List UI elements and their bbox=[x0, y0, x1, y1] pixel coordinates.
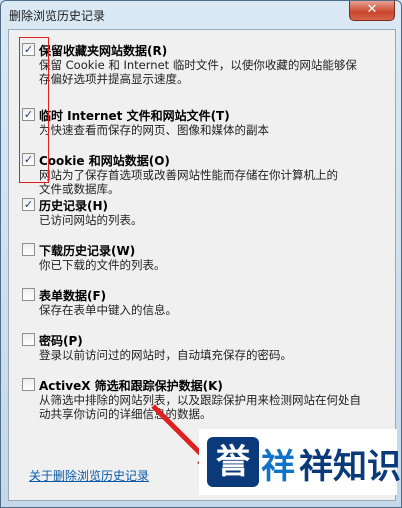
option-activex: ActiveX 筛选和跟踪保护数据(K) 从筛选中排除的网站列表，以及跟踪保护用… bbox=[22, 377, 387, 421]
checkbox-download-history[interactable] bbox=[22, 243, 35, 256]
option-label[interactable]: 保留收藏夹网站数据(R) bbox=[39, 42, 167, 59]
option-description: 为快速查看而保存的网页、图像和媒体的副本 bbox=[39, 123, 269, 137]
title-bar[interactable]: 删除浏览历史记录 ✕ bbox=[1, 1, 401, 29]
option-label[interactable]: 下载历史记录(W) bbox=[39, 242, 135, 259]
option-description: 文件或数据库。 bbox=[39, 182, 120, 196]
about-deleting-history-link[interactable]: 关于删除浏览历史记录 bbox=[29, 467, 149, 484]
checkbox-passwords[interactable] bbox=[22, 333, 35, 346]
option-description: 保存在表单中键入的信息。 bbox=[39, 303, 177, 317]
option-temp-files: ✓ 临时 Internet 文件和网站文件(T) 为快速查看而保存的网页、图像和… bbox=[22, 107, 387, 137]
option-download-history: 下载历史记录(W) 你已下载的文件的列表。 bbox=[22, 242, 387, 272]
option-description: 存偏好选项并提高显示速度。 bbox=[39, 72, 189, 86]
option-description: 你已下载的文件的列表。 bbox=[39, 258, 166, 272]
option-description: 登录以前访问过的网站时，自动填充保存的密码。 bbox=[39, 348, 292, 362]
window-title: 删除浏览历史记录 bbox=[9, 9, 106, 23]
watermark-mark: 誉 bbox=[207, 437, 259, 487]
option-favorites: ✓ 保留收藏夹网站数据(R) 保留 Cookie 和 Internet 临时文件… bbox=[22, 42, 387, 86]
option-cookies: ✓ Cookie 和网站数据(O) 网站为了保存首选项或改善网站性能而存储在你计… bbox=[22, 152, 387, 196]
watermark-char: 祥 bbox=[261, 447, 295, 487]
option-label[interactable]: 临时 Internet 文件和网站文件(T) bbox=[39, 107, 230, 124]
close-button[interactable]: ✕ bbox=[349, 1, 395, 21]
dialog-window: 删除浏览历史记录 ✕ ✓ 保留收藏夹网站数据(R) 保留 Cookie 和 In… bbox=[0, 0, 402, 508]
option-description: 已访问网站的列表。 bbox=[39, 213, 143, 227]
watermark-logo: 誉 祥 祥知识 bbox=[199, 429, 401, 495]
option-description: 网站为了保存首选项或改善网站性能而存储在你计算机上的 bbox=[39, 168, 338, 182]
watermark-text: 祥知识 bbox=[299, 447, 401, 487]
option-history: ✓ 历史记录(H) 已访问网站的列表。 bbox=[22, 197, 387, 227]
option-form-data: 表单数据(F) 保存在表单中键入的信息。 bbox=[22, 287, 387, 317]
option-label[interactable]: Cookie 和网站数据(O) bbox=[39, 152, 170, 169]
option-label[interactable]: 密码(P) bbox=[39, 332, 83, 349]
option-description: 保留 Cookie 和 Internet 临时文件，以使你收藏的网站能够保 bbox=[39, 58, 357, 72]
option-label[interactable]: 历史记录(H) bbox=[39, 197, 108, 214]
checkbox-activex[interactable] bbox=[22, 378, 35, 391]
annotation-highlight-box bbox=[19, 37, 49, 183]
option-description: 从筛选中排除的网站列表，以及跟踪保护用来检测网站在何处自 bbox=[39, 393, 361, 407]
option-label[interactable]: 表单数据(F) bbox=[39, 287, 106, 304]
option-passwords: 密码(P) 登录以前访问过的网站时，自动填充保存的密码。 bbox=[22, 332, 387, 362]
option-description: 动共享你访问的详细信息的数据。 bbox=[39, 407, 212, 421]
checkbox-history[interactable]: ✓ bbox=[22, 198, 35, 211]
checkbox-form-data[interactable] bbox=[22, 288, 35, 301]
option-label[interactable]: ActiveX 筛选和跟踪保护数据(K) bbox=[39, 377, 223, 394]
